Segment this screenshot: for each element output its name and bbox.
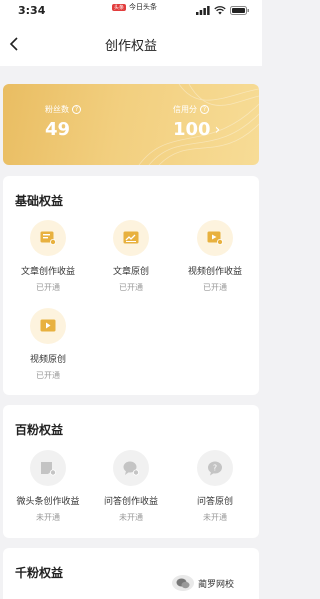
right-item[interactable]: 微头条创作收益 未开通 <box>8 450 88 523</box>
status-app-indicator: 头条 今日头条 <box>112 2 157 12</box>
right-item[interactable]: 文章原创 已开通 <box>91 220 171 293</box>
fans-value: 49 <box>45 119 71 140</box>
page-title: 创作权益 <box>104 39 157 54</box>
watermark: 蔺罗网校 <box>172 575 234 591</box>
video-income-icon <box>207 231 223 245</box>
article-original-icon <box>123 231 139 244</box>
fans-stat: 粉丝数 ? 49 <box>45 104 81 140</box>
section-title: 百粉权益 <box>15 423 64 437</box>
article-income-icon <box>40 231 56 245</box>
question-icon[interactable]: ? <box>72 105 81 114</box>
video-original-icon <box>40 319 56 332</box>
watermark-text: 蔺罗网校 <box>198 579 235 590</box>
app-name: 今日头条 <box>129 3 158 11</box>
chevron-right-icon: › <box>214 121 221 138</box>
status-bar: 3:34 头条 今日头条 <box>0 0 262 22</box>
wechat-icon <box>172 575 194 591</box>
svg-text:?: ? <box>213 463 217 472</box>
signal-icon <box>196 6 210 15</box>
section-title: 基础权益 <box>15 194 64 208</box>
section-hundred-fans-rights: 百粉权益 微头条创作收益 未开通 问答创作收益 未开通 ? 问答原创 未开通 <box>3 405 259 538</box>
right-item[interactable]: 问答创作收益 未开通 <box>91 450 171 523</box>
credit-value: 100 <box>173 119 211 140</box>
credit-label: 信用分 <box>173 105 197 114</box>
fans-label: 粉丝数 <box>45 105 69 114</box>
right-item[interactable]: 文章创作收益 已开通 <box>8 220 88 293</box>
right-item[interactable]: ? 问答原创 未开通 <box>175 450 255 523</box>
right-item[interactable]: 视频原创 已开通 <box>8 308 88 381</box>
battery-icon <box>230 6 249 15</box>
app-badge: 头条 <box>112 3 127 11</box>
credit-stat[interactable]: 信用分 ? 100 › <box>173 104 220 140</box>
micro-post-income-icon <box>41 461 56 475</box>
qa-income-icon <box>123 461 139 475</box>
status-icons <box>196 6 250 15</box>
question-icon[interactable]: ? <box>200 105 209 114</box>
nav-bar: 创作权益 <box>0 22 262 66</box>
wifi-icon <box>214 6 226 15</box>
status-time: 3:34 <box>18 4 46 17</box>
section-thousand-fans-rights: 千粉权益 <box>3 548 259 599</box>
qa-original-icon: ? <box>208 461 222 475</box>
right-item[interactable]: 视频创作收益 已开通 <box>175 220 255 293</box>
section-basic-rights: 基础权益 文章创作收益 已开通 文章原创 已开通 视频创作收益 已开通 视频原创… <box>3 176 259 395</box>
summary-banner: 粉丝数 ? 49 信用分 ? 100 › <box>3 84 259 165</box>
section-title: 千粉权益 <box>15 566 64 580</box>
